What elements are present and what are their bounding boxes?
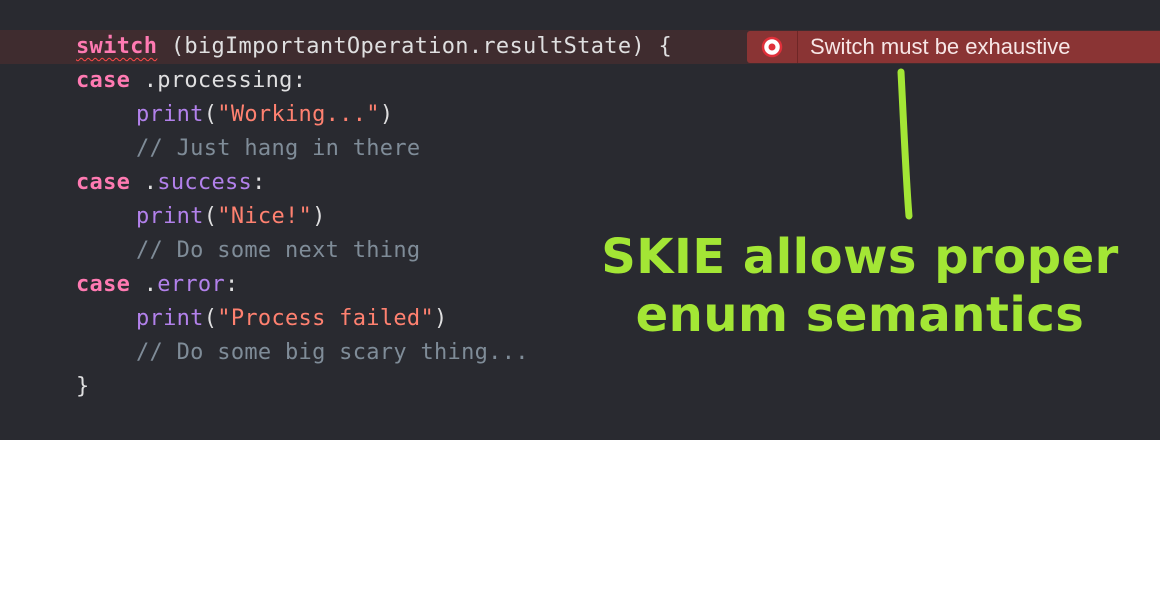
code-comment: // Do some big scary thing...: [136, 340, 529, 365]
paren-close: ): [434, 306, 448, 331]
case-keyword: case: [76, 68, 131, 93]
print-function: print: [136, 306, 204, 331]
error-message: Switch must be exhaustive: [810, 34, 1071, 59]
code-line-2: case .processing:: [76, 64, 306, 98]
code-comment: // Do some next thing: [136, 238, 421, 263]
string-literal: "Process failed": [217, 306, 435, 331]
case-keyword: case: [76, 170, 131, 195]
code-line-3: print("Working..."): [76, 98, 393, 132]
case-colon: :: [292, 68, 307, 93]
paren-open: (: [203, 204, 218, 229]
code-line-6: print("Nice!"): [76, 200, 326, 234]
case-dot: .: [130, 272, 158, 297]
case-colon: :: [252, 170, 266, 195]
code-line-1: switch (bigImportantOperation.resultStat…: [76, 30, 672, 64]
case-member-processing: processing: [157, 68, 293, 93]
code-line-10: // Do some big scary thing...: [76, 336, 529, 370]
pointer-line: [897, 68, 913, 220]
paren-close: ): [379, 102, 394, 127]
code-line-7: // Do some next thing: [76, 234, 420, 268]
case-dot: .: [130, 170, 158, 195]
callout-line-2: enum semantics: [635, 287, 1085, 343]
error-annotation[interactable]: Switch must be exhaustive: [747, 31, 1160, 63]
code-line-8: case .error:: [76, 268, 239, 302]
error-circle-icon: [761, 36, 783, 58]
code-line-4: // Just hang in there: [76, 132, 420, 166]
code-line-9: print("Process failed"): [76, 302, 448, 336]
print-function: print: [136, 102, 204, 127]
error-icon-button[interactable]: [747, 31, 798, 63]
string-literal: "Working...": [217, 102, 380, 127]
code-comment: // Just hang in there: [136, 136, 421, 161]
paren-open: (: [203, 306, 218, 331]
callout-line-1: SKIE allows proper: [601, 229, 1119, 285]
print-function: print: [136, 204, 204, 229]
paren-open: (: [203, 102, 218, 127]
code-line-11: }: [76, 370, 90, 404]
code-line-5: case .success:: [76, 166, 266, 200]
case-member-error: error: [157, 272, 226, 297]
string-literal: "Nice!": [217, 204, 313, 229]
case-member-success: success: [157, 170, 253, 195]
case-dot: .: [130, 68, 158, 93]
case-keyword: case: [76, 272, 131, 297]
closing-brace: }: [76, 374, 90, 399]
paren-close: ): [312, 204, 326, 229]
switch-keyword: switch: [76, 34, 158, 59]
code-editor: switch (bigImportantOperation.resultStat…: [0, 0, 1160, 440]
case-colon: :: [225, 272, 239, 297]
callout-text: SKIE allows proper enum semantics: [580, 228, 1140, 344]
switch-expression: (bigImportantOperation.resultState) {: [157, 34, 672, 59]
